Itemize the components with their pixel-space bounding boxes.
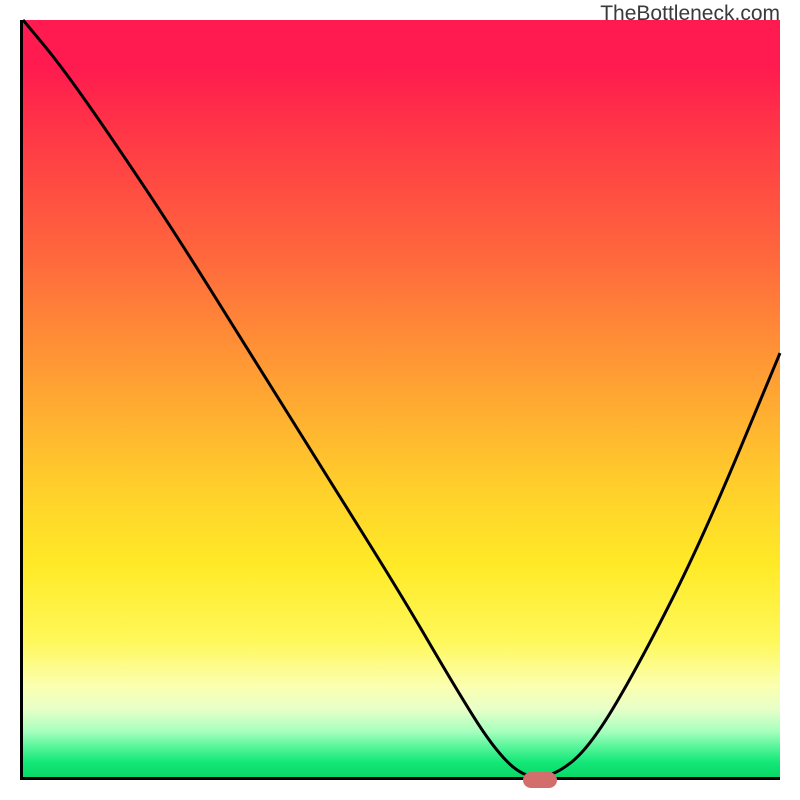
optimal-marker [523, 772, 557, 788]
plot-area [20, 20, 780, 780]
chart-frame: TheBottleneck.com [0, 0, 800, 800]
bottleneck-curve [23, 20, 780, 777]
